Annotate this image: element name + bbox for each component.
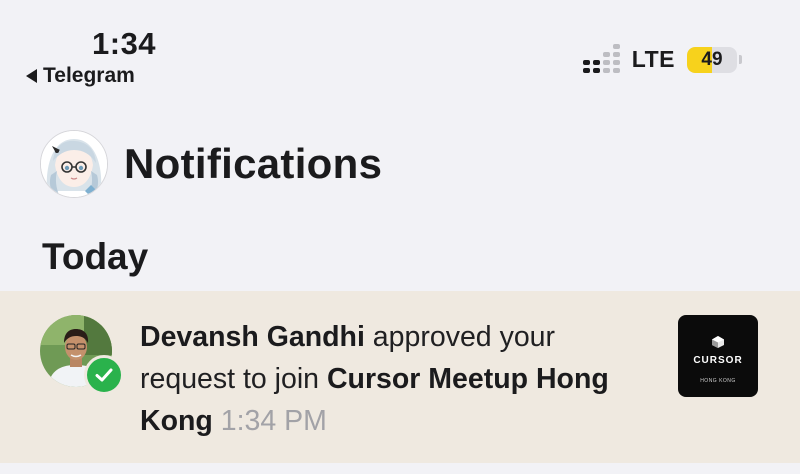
approved-badge <box>84 355 124 395</box>
checkmark-icon <box>95 368 113 382</box>
anime-avatar-icon <box>41 131 107 197</box>
battery-icon: 49 <box>687 46 742 73</box>
status-indicators: LTE 49 <box>582 43 742 73</box>
section-heading-today: Today <box>42 236 149 277</box>
signal-bar-2 <box>592 59 600 73</box>
notification-time: 1:34 PM <box>220 405 327 437</box>
back-to-app-button[interactable]: Telegram <box>26 64 135 88</box>
profile-avatar[interactable] <box>40 130 108 198</box>
notification-avatar-wrap <box>40 315 124 395</box>
notification-text: Devansh Gandhi approved your request to … <box>140 316 630 442</box>
header: Notifications <box>40 130 382 198</box>
battery-level: 49 <box>701 48 723 70</box>
signal-bar-1 <box>582 59 590 73</box>
cellular-signal-icon <box>582 43 620 73</box>
back-arrow-icon <box>26 69 37 83</box>
group-thumbnail[interactable]: CURSOR HONG KONG <box>678 315 758 397</box>
actor-name[interactable]: Devansh Gandhi <box>140 321 365 353</box>
cursor-logo-icon <box>712 336 724 348</box>
notification-item[interactable]: Devansh Gandhi approved your request to … <box>0 291 800 463</box>
status-time: 1:34 <box>92 26 157 61</box>
signal-bar-4 <box>612 43 620 73</box>
network-type: LTE <box>631 46 675 72</box>
signal-bar-3 <box>602 51 610 73</box>
thumbnail-title: CURSOR <box>693 355 743 366</box>
thumbnail-subtitle: HONG KONG <box>700 378 736 384</box>
battery-cap <box>739 55 742 64</box>
back-app-label: Telegram <box>43 64 135 87</box>
page-title: Notifications <box>124 140 383 187</box>
status-bar: 1:34 Telegram LTE 49 <box>0 0 800 110</box>
